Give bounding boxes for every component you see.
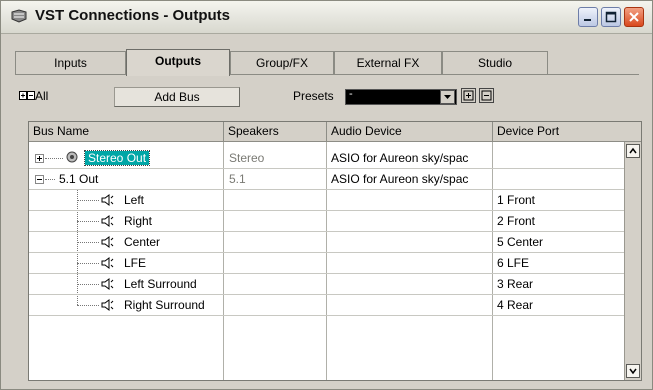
toolbar: All Add Bus Presets -: [1, 85, 652, 111]
speaker-bus-icon: [66, 151, 78, 163]
tab-outputs[interactable]: Outputs: [126, 49, 230, 76]
table-row[interactable]: Stereo Out Stereo ASIO for Aureon sky/sp…: [29, 148, 625, 169]
speaker-icon: [101, 278, 114, 290]
device-port-value[interactable]: 4 Rear: [497, 298, 533, 312]
tree-connector: [45, 158, 63, 159]
vst-connections-window: VST Connections - Outputs Inputs Outputs…: [0, 0, 653, 390]
table-header: Bus Name Speakers Audio Device Device Po…: [29, 122, 641, 142]
close-icon: [629, 12, 639, 22]
maximize-icon: [605, 11, 617, 23]
expand-collapse-all-icon[interactable]: [19, 91, 35, 101]
device-port-value[interactable]: 2 Front: [497, 214, 535, 228]
collapse-icon[interactable]: [35, 175, 44, 184]
tree-connector: [45, 179, 55, 180]
column-header-device-port[interactable]: Device Port: [493, 122, 641, 141]
column-header-bus-name[interactable]: Bus Name: [29, 122, 224, 141]
speakers-value: Stereo: [229, 151, 265, 165]
minimize-button[interactable]: [578, 7, 598, 27]
device-port-value[interactable]: 1 Front: [497, 193, 535, 207]
tree-connector: [77, 242, 99, 243]
tree-connector: [77, 221, 99, 222]
remove-preset-button[interactable]: [479, 88, 494, 103]
channel-name[interactable]: Center: [124, 235, 160, 249]
table-row[interactable]: Right Surround 4 Rear: [29, 295, 625, 316]
tree-connector: [77, 284, 99, 285]
expand-icon[interactable]: [35, 154, 44, 163]
table-row[interactable]: 5.1 Out 5.1 ASIO for Aureon sky/spac: [29, 169, 625, 190]
tab-studio[interactable]: Studio: [442, 51, 548, 75]
speaker-icon: [101, 215, 114, 227]
chevron-up-icon: [629, 147, 637, 154]
tab-inputs[interactable]: Inputs: [15, 51, 126, 75]
bus-name[interactable]: 5.1 Out: [59, 172, 98, 186]
tab-divider: [15, 74, 639, 75]
speakers-value: 5.1: [229, 172, 246, 186]
window-title: VST Connections - Outputs: [35, 7, 230, 24]
speaker-icon: [101, 299, 114, 311]
tree-connector: [77, 263, 99, 264]
presets-value: -: [349, 88, 353, 100]
title-bar[interactable]: VST Connections - Outputs: [1, 1, 652, 34]
device-port-value[interactable]: 5 Center: [497, 235, 543, 249]
table-row[interactable]: Left 1 Front: [29, 190, 625, 211]
remove-preset-icon: [481, 90, 492, 101]
presets-label: Presets: [293, 89, 334, 103]
channel-name[interactable]: Left Surround: [124, 277, 197, 291]
tab-group-fx[interactable]: Group/FX: [230, 51, 334, 75]
table-row[interactable]: Right 2 Front: [29, 211, 625, 232]
store-preset-button[interactable]: [461, 88, 476, 103]
channel-name[interactable]: LFE: [124, 256, 146, 270]
device-port-value[interactable]: 6 LFE: [497, 256, 529, 270]
column-header-speakers[interactable]: Speakers: [224, 122, 327, 141]
tree-connector: [77, 305, 99, 306]
add-bus-button[interactable]: Add Bus: [114, 87, 240, 107]
audio-device-value[interactable]: ASIO for Aureon sky/spac: [331, 172, 468, 186]
close-button[interactable]: [624, 7, 644, 27]
table-row[interactable]: Left Surround 3 Rear: [29, 274, 625, 295]
store-preset-icon: [463, 90, 474, 101]
tree-connector: [77, 200, 99, 201]
bus-table: Bus Name Speakers Audio Device Device Po…: [28, 121, 642, 381]
channel-name[interactable]: Right Surround: [124, 298, 205, 312]
presets-dropdown-arrow[interactable]: [440, 90, 455, 104]
audio-device-value[interactable]: ASIO for Aureon sky/spac: [331, 151, 468, 165]
column-header-audio-device[interactable]: Audio Device: [327, 122, 493, 141]
bus-name[interactable]: Stereo Out: [83, 150, 151, 166]
scroll-down-button[interactable]: [626, 364, 640, 378]
maximize-button[interactable]: [601, 7, 621, 27]
bus-name-text[interactable]: Stereo Out: [83, 150, 151, 166]
speaker-icon: [101, 257, 114, 269]
minimize-icon: [584, 19, 591, 21]
app-icon: [11, 9, 27, 23]
chevron-down-icon: [444, 95, 451, 99]
all-label[interactable]: All: [35, 89, 48, 103]
table-row[interactable]: Center 5 Center: [29, 232, 625, 253]
chevron-down-icon: [629, 368, 637, 375]
channel-name[interactable]: Right: [124, 214, 152, 228]
tab-external-fx[interactable]: External FX: [334, 51, 442, 75]
channel-name[interactable]: Left: [124, 193, 144, 207]
speaker-icon: [101, 194, 114, 206]
vertical-scrollbar[interactable]: [624, 142, 641, 380]
scroll-up-button[interactable]: [626, 144, 640, 158]
device-port-value[interactable]: 3 Rear: [497, 277, 533, 291]
table-row[interactable]: LFE 6 LFE: [29, 253, 625, 274]
speaker-icon: [101, 236, 114, 248]
